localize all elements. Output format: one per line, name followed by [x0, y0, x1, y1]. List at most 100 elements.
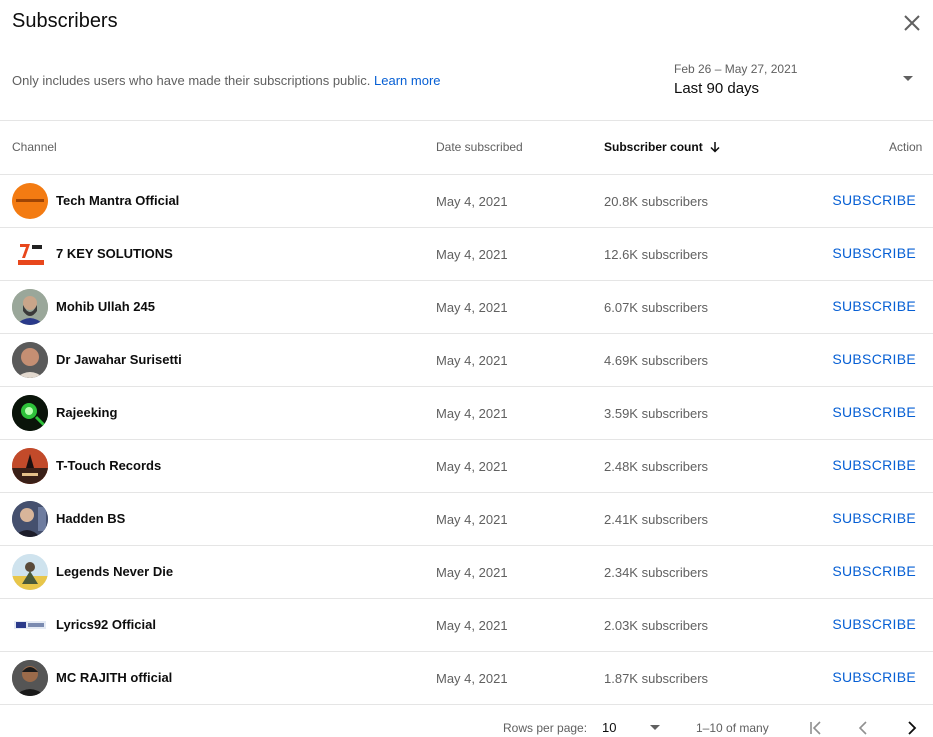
avatar [12, 342, 48, 378]
column-subscriber-count-label: Subscriber count [604, 140, 703, 154]
avatar [12, 236, 48, 272]
date-subscribed: May 4, 2021 [436, 353, 508, 368]
subscribe-button[interactable]: SUBSCRIBE [832, 245, 916, 261]
avatar [12, 183, 48, 219]
chevron-left-icon [858, 721, 867, 735]
pagination-bar: Rows per page: 10 1–10 of many [0, 705, 933, 737]
subscribe-button[interactable]: SUBSCRIBE [832, 404, 916, 420]
date-range-text: Feb 26 – May 27, 2021 [674, 62, 798, 76]
channel-name[interactable]: Legends Never Die [56, 564, 173, 579]
person-avatar-icon [12, 342, 48, 378]
table-row: Tech Mantra Official May 4, 2021 20.8K s… [0, 175, 933, 228]
page-range: 1–10 of many [696, 721, 769, 735]
table-row: Lyrics92 Official May 4, 2021 2.03K subs… [0, 599, 933, 652]
person-avatar-icon [12, 660, 48, 696]
first-page-button[interactable] [805, 717, 827, 737]
date-subscribed: May 4, 2021 [436, 671, 508, 686]
table-row: Mohib Ullah 245 May 4, 2021 6.07K subscr… [0, 281, 933, 334]
rows-per-page-value: 10 [602, 720, 617, 735]
arrow-drop-down-icon [903, 76, 913, 81]
channel-name[interactable]: Lyrics92 Official [56, 617, 156, 632]
channel-name[interactable]: Tech Mantra Official [56, 193, 179, 208]
channel-logo-icon [12, 395, 48, 431]
arrow-drop-down-icon [650, 725, 660, 730]
avatar [12, 395, 48, 431]
rows-per-page-label: Rows per page: [503, 721, 588, 735]
subscribe-button[interactable]: SUBSCRIBE [832, 298, 916, 314]
subscribers-dialog: Subscribers Only includes users who have… [0, 0, 933, 737]
column-channel: Channel [12, 140, 57, 154]
subscriber-count: 1.87K subscribers [604, 671, 709, 686]
date-subscribed: May 4, 2021 [436, 300, 508, 315]
subscribe-button[interactable]: SUBSCRIBE [832, 510, 916, 526]
next-page-button[interactable] [900, 717, 922, 737]
subscribe-button[interactable]: SUBSCRIBE [832, 563, 916, 579]
avatar [12, 660, 48, 696]
subscribe-button[interactable]: SUBSCRIBE [832, 669, 916, 685]
channel-logo-icon [14, 621, 46, 629]
table-row: Rajeeking May 4, 2021 3.59K subscribers … [0, 387, 933, 440]
subscriber-count: 3.59K subscribers [604, 406, 709, 421]
channel-name[interactable]: MC RAJITH official [56, 670, 172, 685]
subscribe-button[interactable]: SUBSCRIBE [832, 351, 916, 367]
avatar [12, 554, 48, 590]
date-subscribed: May 4, 2021 [436, 194, 508, 209]
date-subscribed: May 4, 2021 [436, 406, 508, 421]
date-range-label: Last 90 days [674, 80, 760, 97]
table-row: T-Touch Records May 4, 2021 2.48K subscr… [0, 440, 933, 493]
table-row: 7 KEY SOLUTIONS May 4, 2021 12.6K subscr… [0, 228, 933, 281]
channel-name[interactable]: Hadden BS [56, 511, 125, 526]
close-button[interactable] [898, 9, 926, 37]
subscriber-count: 20.8K subscribers [604, 194, 709, 209]
subscriber-count: 4.69K subscribers [604, 353, 709, 368]
channel-name[interactable]: Dr Jawahar Surisetti [56, 352, 182, 367]
visibility-note: Only includes users who have made their … [12, 73, 441, 88]
date-subscribed: May 4, 2021 [436, 247, 508, 262]
channel-logo-icon [12, 554, 48, 590]
table-row: MC RAJITH official May 4, 2021 1.87K sub… [0, 652, 933, 705]
date-subscribed: May 4, 2021 [436, 618, 508, 633]
subscribe-button[interactable]: SUBSCRIBE [832, 616, 916, 632]
table-row: Legends Never Die May 4, 2021 2.34K subs… [0, 546, 933, 599]
column-subscriber-count[interactable]: Subscriber count [604, 140, 721, 154]
arrow-down-icon [710, 142, 720, 153]
subscriber-count: 2.34K subscribers [604, 565, 709, 580]
subscriber-count: 2.41K subscribers [604, 512, 709, 527]
table-row: Hadden BS May 4, 2021 2.41K subscribers … [0, 493, 933, 546]
person-avatar-icon [12, 289, 48, 325]
date-subscribed: May 4, 2021 [436, 565, 508, 580]
person-avatar-icon [12, 501, 48, 537]
table-header: Channel Date subscribed Subscriber count… [0, 121, 933, 174]
channel-name[interactable]: 7 KEY SOLUTIONS [56, 246, 173, 261]
rows-per-page-select[interactable]: 10 [601, 718, 663, 737]
channel-name[interactable]: Rajeeking [56, 405, 117, 420]
date-subscribed: May 4, 2021 [436, 459, 508, 474]
date-subscribed: May 4, 2021 [436, 512, 508, 527]
avatar [12, 607, 48, 643]
learn-more-link[interactable]: Learn more [374, 73, 440, 88]
channel-logo-icon [18, 244, 44, 265]
channel-name[interactable]: T-Touch Records [56, 458, 161, 473]
note-text: Only includes users who have made their … [12, 73, 371, 88]
column-action: Action [889, 140, 923, 154]
subscriber-count: 2.48K subscribers [604, 459, 709, 474]
avatar [12, 501, 48, 537]
table-row: Dr Jawahar Surisetti May 4, 2021 4.69K s… [0, 334, 933, 387]
chevron-right-icon [908, 721, 917, 735]
previous-page-button[interactable] [853, 717, 875, 737]
column-date-subscribed: Date subscribed [436, 140, 523, 154]
channel-name[interactable]: Mohib Ullah 245 [56, 299, 155, 314]
date-range-dropdown[interactable]: Feb 26 – May 27, 2021 Last 90 days [674, 62, 924, 102]
subscriber-count: 6.07K subscribers [604, 300, 709, 315]
channel-logo-icon [12, 188, 48, 214]
first-page-icon [810, 721, 821, 735]
close-icon [904, 15, 920, 31]
subscribe-button[interactable]: SUBSCRIBE [832, 457, 916, 473]
channel-logo-icon [12, 448, 48, 484]
dialog-title: Subscribers [12, 10, 118, 32]
subscriber-count: 12.6K subscribers [604, 247, 709, 262]
subscriber-count: 2.03K subscribers [604, 618, 709, 633]
avatar [12, 448, 48, 484]
subscribe-button[interactable]: SUBSCRIBE [832, 192, 916, 208]
avatar [12, 289, 48, 325]
